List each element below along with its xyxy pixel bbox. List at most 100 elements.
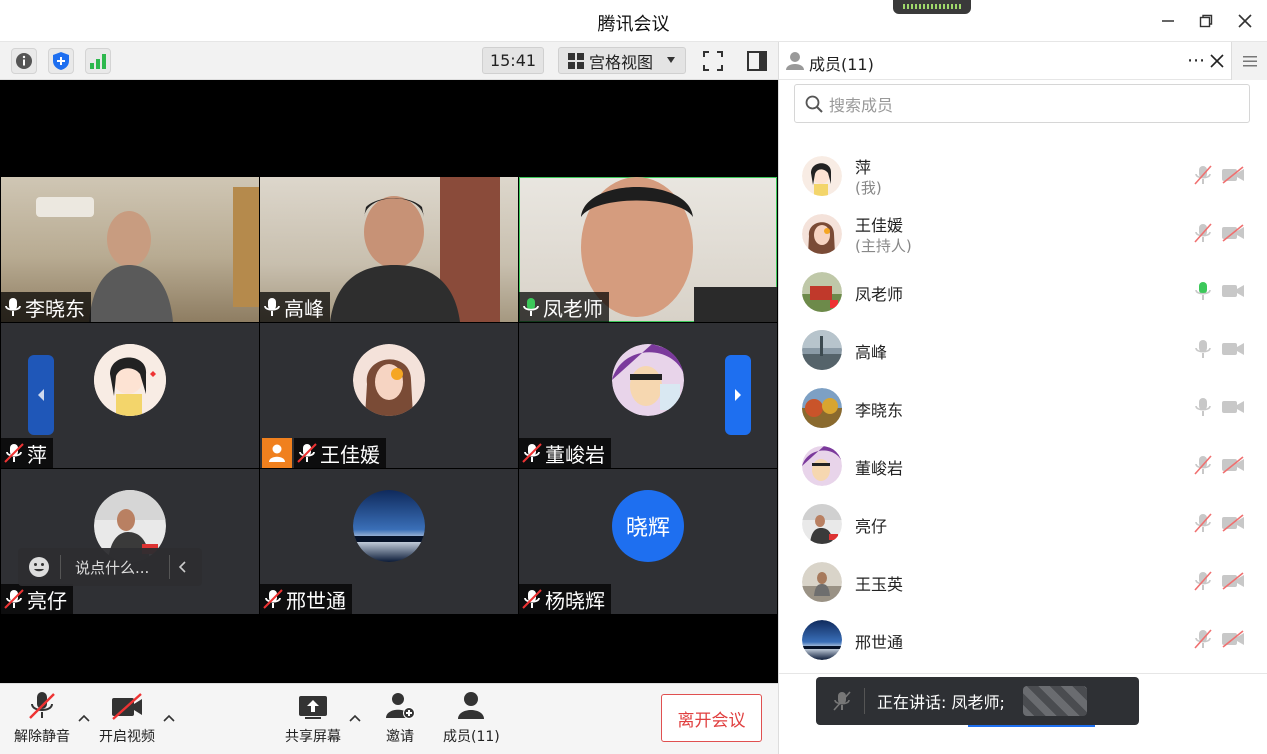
members-icon [458,692,485,719]
video-tile-active-speaker[interactable]: 凤老师 [519,177,777,322]
fullscreen-icon[interactable] [700,48,726,74]
shield-icon[interactable] [48,48,74,74]
video-tile[interactable]: 邢世通 [260,469,518,614]
member-item[interactable]: 董峻岩 [779,436,1267,494]
video-tile[interactable]: 高峰 [260,177,518,322]
chevron-up-icon[interactable] [163,710,175,726]
panel-divider [779,673,1267,674]
leave-meeting-button[interactable]: 离开会议 [661,694,762,742]
member-search-input[interactable]: 搜索成员 [794,84,1250,123]
member-item[interactable]: 高峰 [779,320,1267,378]
members-panel-header: 成员(11) ⋯ [779,42,1267,80]
mic-muted-icon[interactable] [1193,164,1213,186]
participant-label: 王佳媛 [294,438,386,468]
camera-icon[interactable] [1221,340,1245,358]
participant-label: 李晓东 [1,292,91,322]
member-name: 王佳媛 [855,216,904,235]
emoji-icon[interactable] [28,556,50,578]
member-role: (主持人) [855,237,912,255]
camera-off-icon [112,693,142,720]
start-video-button[interactable]: 开启视频 [99,690,155,746]
host-icon [262,438,292,468]
meeting-time: 15:41 [482,47,544,74]
member-name: 李晓东 [855,401,904,420]
members-panel-title: 成员(11) [809,55,874,74]
next-page-button[interactable] [725,355,751,435]
chat-input[interactable]: 说点什么... [18,548,202,586]
share-screen-button[interactable]: 共享屏幕 [285,690,341,746]
participant-label: 邢世通 [260,584,352,614]
camera-off-icon[interactable] [1221,514,1245,532]
mic-muted-icon[interactable] [1193,512,1213,534]
chevron-left-icon [38,389,44,401]
unmute-button[interactable]: 解除静音 [14,690,70,746]
avatar [802,446,842,486]
participant-label: 杨晓辉 [519,584,611,614]
member-item[interactable]: 亮仔 [779,494,1267,552]
camera-icon[interactable] [1221,282,1245,300]
video-tile[interactable]: 亮仔 [1,469,259,614]
more-icon[interactable]: ⋯ [1187,50,1206,71]
mic-icon[interactable] [1193,396,1213,418]
menu-icon[interactable] [1231,42,1267,80]
mic-speaking-icon[interactable] [1193,280,1213,302]
camera-off-icon[interactable] [1221,630,1245,648]
avatar [802,504,842,544]
member-item[interactable]: 邢世通 [779,610,1267,668]
chevron-up-icon[interactable] [349,710,361,726]
video-tile[interactable]: 晓辉 杨晓辉 [519,469,777,614]
camera-off-icon[interactable] [1221,224,1245,242]
member-item[interactable]: 王玉英 [779,552,1267,610]
mic-muted-icon [29,692,55,719]
camera-icon[interactable] [1221,398,1245,416]
close-icon[interactable] [1233,9,1257,33]
participant-name: 邢世通 [286,588,346,613]
member-item[interactable]: 萍 (我) [779,146,1267,204]
avatar [802,272,842,312]
invite-button[interactable]: 邀请 [384,690,416,746]
search-icon [805,95,823,113]
member-item[interactable]: 王佳媛 (主持人) [779,204,1267,262]
avatar [802,620,842,660]
camera-off-icon[interactable] [1221,572,1245,590]
mic-muted-icon[interactable] [1193,222,1213,244]
maximize-icon[interactable] [1194,9,1218,33]
person-icon [786,52,804,70]
grid-icon [568,52,584,69]
chevron-up-icon[interactable] [78,710,90,726]
mic-muted-icon[interactable] [1193,454,1213,476]
sidebar-toggle-icon[interactable] [744,48,770,74]
member-item[interactable]: 李晓东 [779,378,1267,436]
members-button[interactable]: 成员(11) [443,690,500,746]
video-grid: 李晓东 高峰 凤老师 萍 王佳媛 董峻岩 亮仔 邢世通 晓辉 杨晓辉 [0,80,778,683]
camera-off-icon[interactable] [1221,456,1245,474]
signal-icon[interactable] [85,48,111,74]
minimize-icon[interactable] [1156,9,1180,33]
mic-muted-icon [522,589,542,609]
mic-muted-icon[interactable] [1193,570,1213,592]
prev-page-button[interactable] [28,355,54,435]
video-tile[interactable]: 李晓东 [1,177,259,322]
mic-icon[interactable] [1193,338,1213,360]
participant-name: 董峻岩 [545,442,605,467]
video-tile[interactable]: 王佳媛 [260,323,518,468]
mic-muted-icon [297,443,317,463]
speaking-text: 正在讲话: 凤老师; [877,693,1005,712]
avatar [94,344,166,416]
member-item[interactable]: 凤老师 [779,262,1267,320]
avatar [612,344,684,416]
share-screen-icon [299,696,327,719]
chevron-left-icon[interactable] [178,560,188,574]
camera-off-icon[interactable] [1221,166,1245,184]
mic-muted-icon[interactable] [1193,628,1213,650]
members-panel: 成员(11) ⋯ 搜索成员 萍 (我) 王佳媛 (主持人) 凤老师 高峰 李晓东… [778,42,1267,754]
view-mode-dropdown[interactable]: 宫格视图 [558,47,686,74]
bottom-toolbar: 解除静音 开启视频 共享屏幕 邀请 成员(11) 离开会议 [0,683,778,754]
start-video-label: 开启视频 [99,729,155,745]
avatar [802,156,842,196]
meeting-toolbar: 15:41 宫格视图 [0,42,778,80]
chat-placeholder: 说点什么... [75,558,150,577]
info-icon[interactable] [11,48,37,74]
participant-label: 高峰 [260,292,330,322]
close-panel-icon[interactable] [1210,54,1224,68]
